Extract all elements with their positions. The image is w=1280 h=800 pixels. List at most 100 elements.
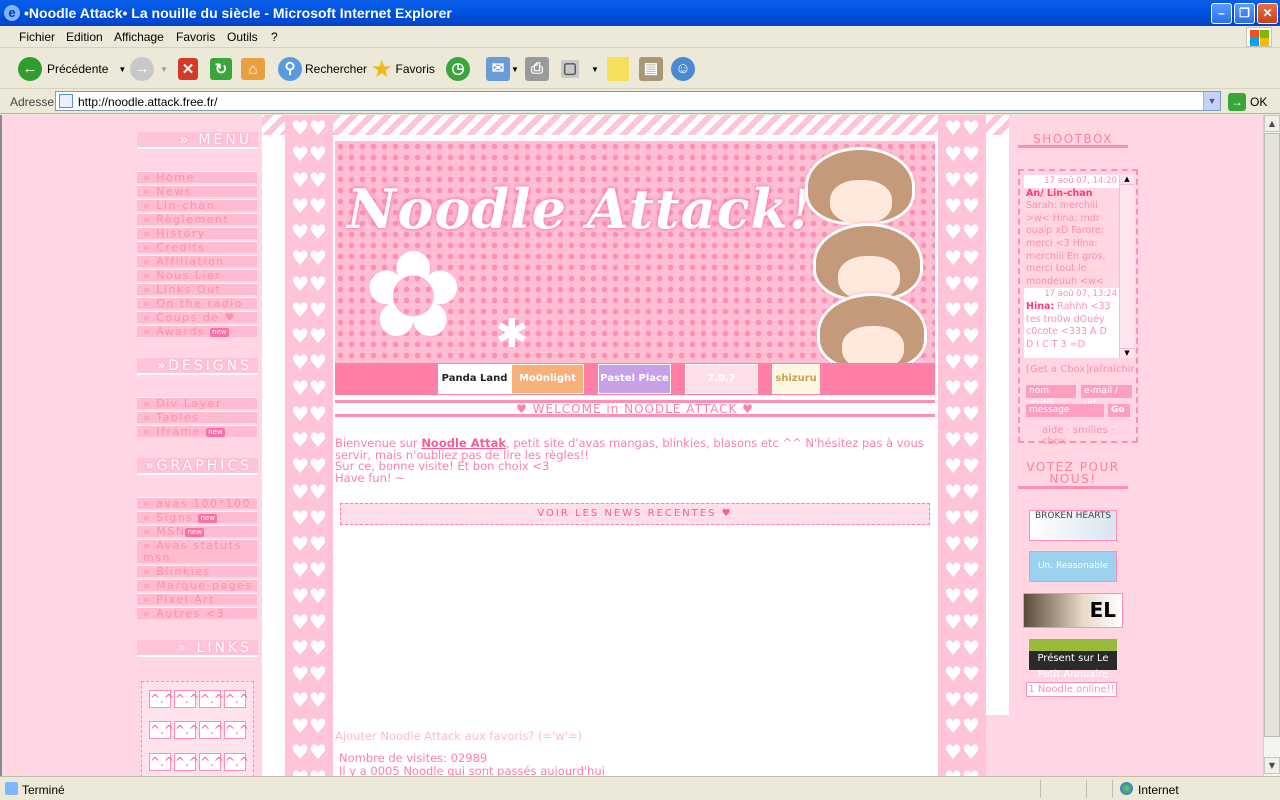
- address-input[interactable]: http://noodle.attack.free.fr/ ▼: [55, 91, 1221, 111]
- menu-item-affiliation[interactable]: » Affiliation: [137, 255, 257, 267]
- link-button[interactable]: ^.^: [199, 721, 224, 739]
- forward-button[interactable]: → ▼: [130, 55, 168, 83]
- cbox-link[interactable]: cbox: [1042, 436, 1066, 447]
- print-button[interactable]: ⎙: [525, 55, 549, 83]
- chevron-down-icon[interactable]: ▼: [160, 65, 168, 74]
- vote-button-broken-hearts[interactable]: BROKEN HEARTS: [1029, 510, 1117, 541]
- minimize-button[interactable]: –: [1211, 3, 1232, 24]
- go-button[interactable]: → OK: [1228, 92, 1267, 112]
- chevron-down-icon[interactable]: ▼: [118, 65, 126, 74]
- smilies-link[interactable]: smilies: [1073, 425, 1108, 436]
- menu-fichier[interactable]: Fichier: [19, 30, 55, 44]
- address-url[interactable]: http://noodle.attack.free.fr/: [78, 95, 217, 109]
- messenger-button[interactable]: ☺: [671, 55, 695, 83]
- menu-item-avas-statuts[interactable]: » Avas statuts msn: [137, 539, 257, 564]
- message-input[interactable]: message: [1026, 404, 1104, 417]
- page-gutter-left: [262, 135, 285, 776]
- link-button[interactable]: ^.^: [174, 690, 199, 708]
- research-button[interactable]: ▤: [639, 55, 663, 83]
- close-button[interactable]: ✕: [1257, 3, 1278, 24]
- menu-item-reglement[interactable]: » Règlement: [137, 213, 257, 225]
- stripe-decoration: [262, 115, 1009, 135]
- affiliate-button-panda-land[interactable]: Panda Land: [438, 364, 511, 394]
- menu-item-tables[interactable]: » Tables: [137, 411, 257, 423]
- scroll-thumb[interactable]: [1264, 133, 1280, 737]
- affiliate-button-shizuru[interactable]: shizuru: [772, 364, 820, 394]
- link-button[interactable]: ^.^: [174, 753, 199, 771]
- scroll-down-icon[interactable]: ▼: [1264, 757, 1280, 774]
- menu-item-avas[interactable]: » avas 100*100: [137, 497, 257, 509]
- visit-counter: Nombre de visites: 02989 Il y a 0005 Noo…: [339, 751, 605, 777]
- menu-outils[interactable]: Outils: [227, 30, 258, 44]
- menu-item-nous-lier[interactable]: » Nous Lier: [137, 269, 257, 281]
- affiliate-button-pastel-place[interactable]: Pastel Place: [598, 364, 671, 394]
- link-button[interactable]: ^.^: [224, 753, 249, 771]
- menu-item-lin-chan[interactable]: » Lin-chan: [137, 199, 257, 211]
- menu-help[interactable]: ?: [271, 30, 278, 44]
- go-button[interactable]: Go: [1108, 404, 1130, 417]
- link-button[interactable]: ^.^: [199, 690, 224, 708]
- link-button[interactable]: ^.^: [149, 753, 174, 771]
- link-button[interactable]: ^.^: [224, 721, 249, 739]
- name-input[interactable]: nom d'utili: [1026, 385, 1076, 409]
- history-button[interactable]: ◷: [446, 55, 470, 83]
- menu-item-iframe[interactable]: » Iframe new: [137, 425, 257, 437]
- menu-item-div-layer[interactable]: » Div Layer: [137, 397, 257, 409]
- add-favorites-link[interactable]: Ajouter Noodle Attack aux favoris? (='w'…: [335, 729, 582, 743]
- recent-news-button[interactable]: VOIR LES NEWS RECENTES ♥: [340, 503, 930, 525]
- back-arrow-icon: ←: [18, 57, 42, 81]
- menu-item-pixel-art[interactable]: » Pixel Art: [137, 593, 257, 605]
- menu-item-autres[interactable]: » Autres <3: [137, 607, 257, 619]
- edit-button[interactable]: ▢ ▼: [561, 55, 599, 83]
- menu-item-news[interactable]: » News: [137, 185, 257, 197]
- hearts-column-left: ♥♥♥♥♥♥♥♥♥♥♥♥♥♥♥♥♥♥♥♥♥♥♥♥♥♥♥♥♥♥♥♥♥♥♥♥♥♥♥♥…: [285, 115, 333, 776]
- link-button[interactable]: ^.^: [149, 690, 174, 708]
- email-input[interactable]: e-mail / url: [1081, 385, 1132, 409]
- link-button[interactable]: ^.^: [174, 721, 199, 739]
- vote-button-unreasonable[interactable]: Un. Reasonable: [1029, 551, 1117, 582]
- notes-button[interactable]: [607, 55, 629, 83]
- menu-item-on-the-radio[interactable]: » On the radio: [137, 297, 257, 309]
- new-badge: new: [210, 327, 229, 337]
- mail-button[interactable]: ✉ ▼: [486, 55, 519, 83]
- refresh-button[interactable]: ↻: [210, 55, 232, 83]
- back-button[interactable]: ← Précédente ▼: [18, 55, 126, 83]
- menu-item-awards[interactable]: » Awards new: [137, 325, 257, 337]
- menu-edition[interactable]: Edition: [66, 30, 103, 44]
- menu-section-title: » MENU: [137, 132, 258, 149]
- affiliate-button-moonlight-shadow[interactable]: Mo0nlight Shadow: [511, 364, 584, 412]
- maximize-button[interactable]: ❐: [1234, 3, 1255, 24]
- vote-button-el[interactable]: EL: [1023, 593, 1123, 628]
- menu-item-credits[interactable]: » Credits: [137, 241, 257, 253]
- link-button[interactable]: ^.^: [199, 753, 224, 771]
- link-buttons-box: ^.^ ^.^ ^.^ ^.^ ^.^ ^.^ ^.^ ^.^ ^.^ ^.^ …: [141, 681, 254, 776]
- affiliate-button-707[interactable]: 7.0.7: [685, 364, 758, 394]
- get-cbox-link[interactable]: [Get a Cbox]: [1026, 364, 1089, 375]
- menu-item-home[interactable]: » Home: [137, 171, 257, 183]
- shootbox-scrollbar[interactable]: ▲ ▼: [1119, 175, 1134, 358]
- menu-item-marque-pages[interactable]: » Marque-pages: [137, 579, 257, 591]
- scroll-up-icon[interactable]: ▲: [1264, 115, 1280, 132]
- favorites-button[interactable]: ★ Favoris: [371, 55, 435, 83]
- menu-item-blinkies[interactable]: » Blinkies: [137, 565, 257, 577]
- search-button[interactable]: ⚲ Rechercher: [278, 55, 367, 83]
- home-button[interactable]: ⌂: [241, 55, 265, 83]
- link-button[interactable]: ^.^: [224, 690, 249, 708]
- stop-button[interactable]: ✕: [178, 55, 198, 83]
- address-dropdown-icon[interactable]: ▼: [1203, 92, 1220, 110]
- graphics-section-title: »GRAPHICS: [137, 458, 258, 475]
- menu-item-msn[interactable]: » MSN new: [137, 525, 257, 537]
- page-scrollbar[interactable]: ▲ ▼: [1263, 115, 1280, 776]
- link-button[interactable]: ^.^: [149, 721, 174, 739]
- menu-item-links-out[interactable]: » Links Out: [137, 283, 257, 295]
- menu-item-signs[interactable]: » Signs new: [137, 511, 257, 523]
- cat-icon: ^.^: [175, 755, 199, 769]
- menu-item-coups-de-coeur[interactable]: » Coups de ♥: [137, 311, 257, 323]
- help-link[interactable]: aide: [1042, 425, 1063, 436]
- refresh-link[interactable]: rafraîchir: [1089, 364, 1135, 375]
- menu-affichage[interactable]: Affichage: [114, 30, 164, 44]
- designs-section-title: »DESIGNS: [137, 358, 258, 375]
- menu-favoris[interactable]: Favoris: [176, 30, 215, 44]
- menu-item-history[interactable]: » History: [137, 227, 257, 239]
- vote-button-petit-annuaire[interactable]: Présent sur Le Petit Annuaire: [1029, 639, 1117, 680]
